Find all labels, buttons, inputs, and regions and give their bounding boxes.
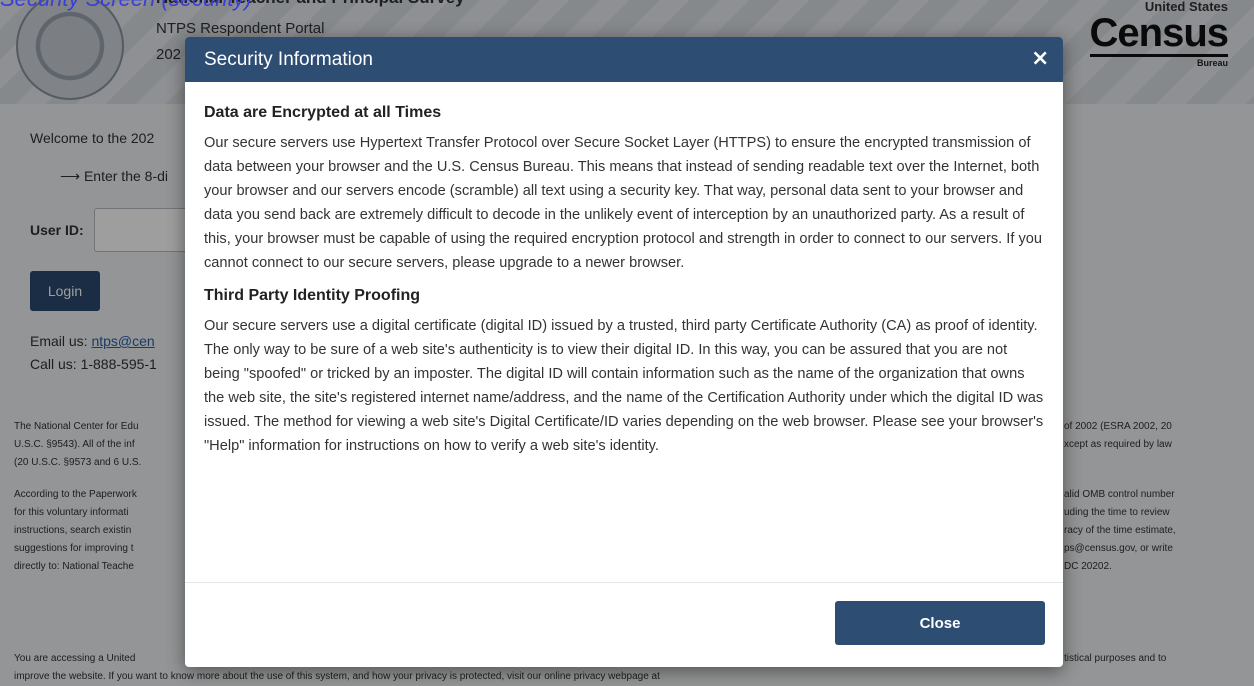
close-icon[interactable]: × [1025, 46, 1049, 71]
section-identity-proofing: Third Party Identity Proofing Our secure… [204, 287, 1044, 458]
section-heading: Data are Encrypted at all Times [204, 104, 442, 121]
section-heading: Third Party Identity Proofing [204, 287, 421, 304]
section-text: Our secure servers use a digital certifi… [204, 318, 1044, 454]
screen-label-link[interactable]: Security Screen (security) [0, 0, 252, 12]
close-button[interactable]: Close [835, 601, 1045, 645]
modal-header: Security Information × [185, 37, 1063, 82]
section-encryption: Data are Encrypted at all Times Our secu… [204, 104, 1044, 275]
modal-body: Data are Encrypted at all Times Our secu… [185, 82, 1063, 458]
security-information-modal: Security Information × Data are Encrypte… [185, 37, 1063, 667]
modal-footer: Close [185, 582, 1063, 667]
modal-title: Security Information [204, 49, 373, 70]
section-text: Our secure servers use Hypertext Transfe… [204, 135, 1042, 271]
